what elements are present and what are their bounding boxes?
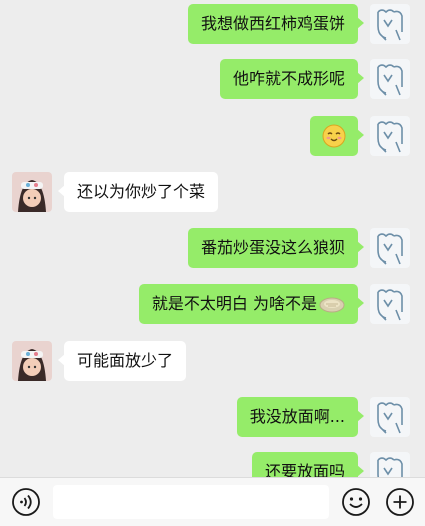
message-bubble-sent[interactable]: 番茄炒蛋没这么狼狈	[187, 228, 365, 268]
message-text: 我想做西红柿鸡蛋饼	[200, 14, 345, 33]
message-text: 他咋就不成形呢	[232, 69, 345, 88]
chat-input-bar	[0, 477, 425, 526]
message-row-received: 可能面放少了	[12, 341, 187, 381]
voice-icon[interactable]	[11, 487, 41, 517]
message-row-sent: 番茄炒蛋没这么狼狈	[187, 228, 410, 268]
message-row-sent: 就是不太明白 为啥不是	[138, 284, 410, 324]
smiling-face-emoji	[322, 124, 346, 148]
message-text: 番茄炒蛋没这么狼狈	[200, 238, 345, 257]
message-bubble-sent[interactable]: 我没放面啊...	[236, 397, 365, 437]
my-avatar[interactable]	[370, 284, 410, 324]
my-avatar[interactable]	[370, 4, 410, 44]
message-text: 还要放面吗	[264, 462, 345, 477]
message-row-sent: 我没放面啊...	[236, 397, 410, 437]
message-row-sent	[310, 116, 410, 156]
my-avatar[interactable]	[370, 452, 410, 477]
message-bubble-received[interactable]: 还以为你炒了个菜	[57, 172, 219, 212]
message-text: 还以为你炒了个菜	[77, 182, 206, 201]
my-avatar[interactable]	[370, 116, 410, 156]
message-row-sent: 还要放面吗	[251, 452, 410, 477]
my-avatar[interactable]	[370, 397, 410, 437]
chat-message-list[interactable]: 我想做西红柿鸡蛋饼 他咋就不成形呢 还以为你炒了个菜 番茄炒蛋没这么狼狈 就是不…	[0, 0, 425, 477]
contact-avatar[interactable]	[12, 341, 52, 381]
pancake-emoji	[319, 297, 345, 312]
my-avatar[interactable]	[370, 59, 410, 99]
plus-icon[interactable]	[385, 487, 415, 517]
message-input[interactable]	[53, 485, 329, 519]
message-text: 可能面放少了	[77, 351, 174, 370]
message-text: 就是不太明白 为啥不是	[151, 294, 317, 313]
message-bubble-sent[interactable]: 就是不太明白 为啥不是	[138, 284, 365, 324]
message-bubble-sent[interactable]: 他咋就不成形呢	[219, 59, 365, 99]
contact-avatar[interactable]	[12, 172, 52, 212]
message-bubble-sent[interactable]: 还要放面吗	[251, 452, 365, 477]
message-bubble-sent[interactable]: 我想做西红柿鸡蛋饼	[187, 4, 365, 44]
message-row-sent: 我想做西红柿鸡蛋饼	[187, 4, 410, 44]
message-bubble-sent[interactable]	[310, 116, 364, 156]
message-bubble-received[interactable]: 可能面放少了	[57, 341, 187, 381]
emoji-icon[interactable]	[341, 487, 371, 517]
message-row-received: 还以为你炒了个菜	[12, 172, 219, 212]
message-text: 我没放面啊...	[249, 407, 345, 426]
my-avatar[interactable]	[370, 228, 410, 268]
message-row-sent: 他咋就不成形呢	[219, 59, 410, 99]
